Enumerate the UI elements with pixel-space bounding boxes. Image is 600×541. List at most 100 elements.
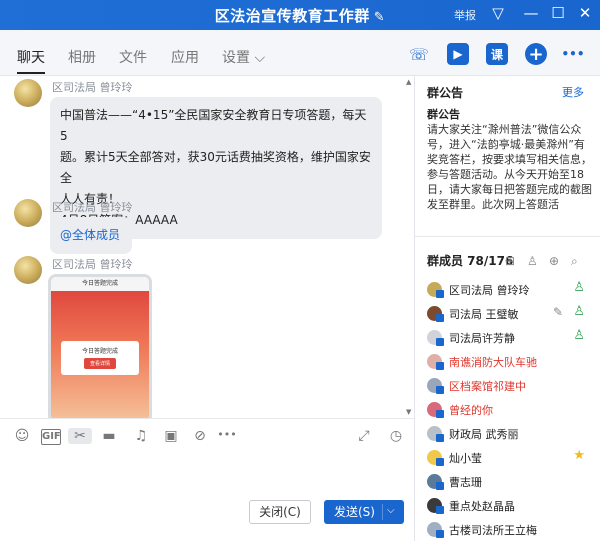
image-header: 今日答题完成	[51, 277, 149, 291]
device-badge-icon	[436, 530, 444, 538]
device-badge-icon	[436, 290, 444, 298]
avatar[interactable]	[14, 199, 42, 227]
admin-icon: ♙	[573, 328, 585, 343]
member-name: 南谯消防大队车驰	[449, 356, 537, 369]
chat-area[interactable]: 区司法局 曾玲玲 中国普法——“4•15”全民国家安全教育日专项答题，每天5 题…	[0, 76, 414, 418]
tab-toolbar: 聊天 相册 文件 应用 设置 ⌵ ☏ ▶ 课 + •••	[0, 30, 600, 76]
announcement-title: 群公告	[427, 86, 464, 100]
member-row[interactable]: 司法局 王璧敏 ✎ ♙	[427, 304, 587, 324]
member-row[interactable]: 重点处赵晶晶	[427, 496, 587, 516]
device-badge-icon	[436, 314, 444, 322]
tab-chat[interactable]: 聊天	[17, 47, 45, 67]
star-icon: ★	[573, 448, 585, 463]
add-member-icon[interactable]: ♙	[527, 254, 538, 268]
send-options-icon[interactable]: ⌵	[387, 499, 395, 523]
message-line: 题。累计5天全部答对，获30元话费抽奖资格，维护国家安全	[60, 150, 371, 185]
sender-name: 区司法局 曾玲玲	[52, 81, 133, 94]
device-badge-icon	[436, 434, 444, 442]
title-bar: 区法治宣传教育工作群 ✎ 举报 ▽ — ☐ ✕	[0, 0, 600, 30]
member-name: 财政局 武秀丽	[449, 428, 519, 441]
device-badge-icon	[436, 338, 444, 346]
maximize-button[interactable]: ☐	[548, 4, 568, 22]
add-contact-icon[interactable]: ⊕	[549, 254, 559, 268]
more-tools-icon[interactable]: •••	[217, 428, 237, 441]
group-name: 区法治宣传教育工作群	[214, 7, 370, 25]
mention-all[interactable]: @全体成员	[60, 228, 120, 242]
edit-title-icon[interactable]: ✎	[374, 10, 385, 25]
send-button-label: 发送(S)	[334, 505, 375, 519]
member-row[interactable]: 南谯消防大队车驰	[427, 352, 587, 372]
tab-files[interactable]: 文件	[119, 47, 147, 67]
tab-album[interactable]: 相册	[68, 47, 96, 67]
active-tab-indicator	[17, 72, 45, 74]
admin-icon: ♙	[573, 304, 585, 319]
history-icon[interactable]: ◷	[386, 428, 406, 444]
member-row[interactable]: 区司法局 曾玲玲 ♙	[427, 280, 587, 300]
send-button[interactable]: 发送(S) ⌵	[324, 500, 404, 524]
device-badge-icon	[436, 458, 444, 466]
member-row[interactable]: 区档案馆祁建中	[427, 376, 587, 396]
screenshot-icon[interactable]: ✂	[68, 428, 92, 444]
screenshot-image[interactable]: 今日答题完成 今日答题完成 查看详情	[48, 274, 152, 418]
image-icon[interactable]: ▣	[161, 428, 181, 444]
class-icon[interactable]: 课	[486, 43, 508, 65]
avatar[interactable]	[14, 79, 42, 107]
folder-icon[interactable]: ▬	[99, 428, 119, 444]
sender-name: 区司法局 曾玲玲	[52, 201, 133, 214]
message-bubble: @全体成员	[50, 217, 132, 254]
member-name: 曹志珊	[449, 476, 482, 489]
member-name: 曾经的你	[449, 404, 493, 417]
minimize-button[interactable]: —	[521, 4, 541, 22]
message-input[interactable]	[0, 454, 414, 498]
invite-member-icon[interactable]: ⊞	[505, 254, 515, 268]
expand-icon[interactable]: ⤢	[354, 428, 374, 444]
announcement-heading: 群公告	[427, 108, 460, 121]
member-name: 古楼司法所王立梅	[449, 524, 537, 537]
phone-call-icon[interactable]: ☏	[408, 43, 430, 65]
image-body: 今日答题完成 查看详情	[51, 291, 149, 418]
close-button[interactable]: 关闭(C)	[249, 500, 311, 524]
member-name: 区司法局 曾玲玲	[449, 284, 530, 297]
window-title: 区法治宣传教育工作群 ✎	[0, 5, 600, 26]
scroll-up-icon[interactable]: ▲	[406, 78, 411, 86]
add-icon[interactable]: +	[525, 43, 547, 65]
admin-icon: ♙	[573, 280, 585, 295]
avatar[interactable]	[14, 256, 42, 284]
members-title: 群成员 78/176	[427, 254, 514, 268]
members-header: 群成员 78/176 ⊞ ♙ ⊕ ⌕	[415, 236, 600, 276]
member-name: 司法局许芳静	[449, 332, 515, 345]
device-badge-icon	[436, 482, 444, 490]
device-badge-icon	[436, 362, 444, 370]
scroll-down-icon[interactable]: ▼	[406, 408, 411, 416]
member-name: 司法局 王璧敏	[449, 308, 519, 321]
announcement-body[interactable]: 请大家关注“滁州普法”微信公众号，进入“法韵亭城·最美滁州”有奖竞答栏，按要求填…	[427, 122, 593, 234]
member-row[interactable]: 司法局许芳静 ♙	[427, 328, 587, 348]
input-toolbar: ☺ GIF ✂ ▬ ♫ ▣ ⊘ ••• ⤢ ◷	[0, 418, 414, 454]
video-call-icon[interactable]: ▶	[447, 43, 469, 65]
member-row[interactable]: 曹志珊	[427, 472, 587, 492]
member-row[interactable]: 曾经的你	[427, 400, 587, 420]
send-separator	[382, 504, 383, 520]
member-row[interactable]: 灿小莹 ★	[427, 448, 587, 468]
announcement-more-link[interactable]: 更多	[562, 84, 584, 100]
device-badge-icon	[436, 506, 444, 514]
member-name: 区档案馆祁建中	[449, 380, 526, 393]
more-icon[interactable]: •••	[562, 43, 585, 65]
edit-member-icon[interactable]: ✎	[553, 305, 563, 319]
gif-icon[interactable]: GIF	[41, 429, 61, 445]
image-card-title: 今日答题完成	[81, 348, 118, 355]
mute-icon[interactable]: ⊘	[190, 428, 210, 444]
tab-settings[interactable]: 设置 ⌵	[222, 47, 265, 67]
pin-icon[interactable]: ▽	[488, 4, 508, 22]
music-icon[interactable]: ♫	[131, 428, 151, 444]
image-card-button: 查看详情	[83, 358, 116, 369]
close-window-button[interactable]: ✕	[575, 4, 595, 22]
announcement-panel: 群公告 更多 群公告 请大家关注“滁州普法”微信公众号，进入“法韵亭城·最美滁州…	[415, 76, 600, 236]
member-row[interactable]: 财政局 武秀丽	[427, 424, 587, 444]
search-members-icon[interactable]: ⌕	[571, 254, 578, 269]
emoji-icon[interactable]: ☺	[12, 428, 32, 444]
member-row[interactable]: 古楼司法所王立梅	[427, 520, 587, 540]
report-link[interactable]: 举报	[454, 7, 476, 23]
tab-apps[interactable]: 应用	[171, 47, 199, 67]
member-name: 灿小莹	[449, 452, 482, 465]
